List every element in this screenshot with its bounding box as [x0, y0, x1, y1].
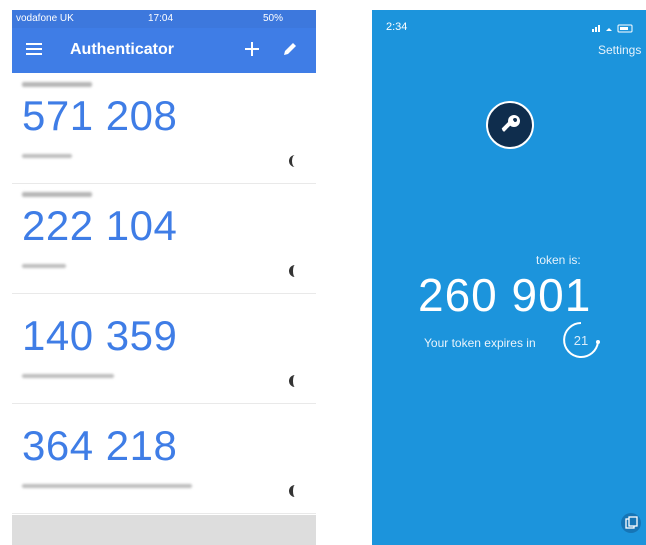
account-name — [22, 374, 114, 378]
countdown-timer-icon — [289, 485, 295, 497]
expiry-countdown: 21 — [561, 320, 601, 360]
account-entry[interactable]: 140 359 — [12, 294, 316, 404]
settings-button[interactable]: Settings — [598, 43, 641, 57]
account-name — [22, 484, 192, 488]
status-bar: vodafone UK 17:04 50% — [12, 10, 316, 28]
account-issuer — [22, 192, 92, 197]
carrier-label: vodafone UK — [16, 13, 74, 24]
token-code: 260 901 — [418, 269, 592, 321]
otp-code: 364 218 — [22, 422, 178, 469]
app-toolbar: Authenticator — [12, 28, 316, 73]
battery-label: 50% — [263, 13, 284, 24]
account-entry[interactable]: 364 218 — [12, 404, 316, 514]
bottom-bar — [12, 515, 316, 545]
otp-code: 571 208 — [22, 92, 178, 139]
countdown-timer-icon — [289, 265, 295, 277]
status-time: 17:04 — [148, 13, 174, 24]
menu-icon[interactable] — [22, 37, 46, 61]
countdown-timer-icon — [289, 375, 295, 387]
account-entry[interactable]: 571 208 — [12, 74, 316, 184]
token-screen: 2:34 Settings token is: 260 901 Your tok… — [372, 10, 646, 545]
account-issuer — [22, 82, 92, 87]
key-icon — [486, 101, 534, 149]
countdown-timer-icon — [289, 155, 295, 167]
authenticator-screen: vodafone UK 17:04 50% Authenticator 571 … — [12, 10, 316, 545]
account-entry[interactable]: 222 104 — [12, 184, 316, 294]
account-name — [22, 264, 66, 268]
edit-icon[interactable] — [278, 37, 302, 61]
token-label: token is: — [536, 253, 581, 267]
status-icons — [592, 24, 633, 33]
otp-code: 140 359 — [22, 312, 178, 359]
copy-icon[interactable] — [620, 512, 642, 534]
account-name — [22, 154, 72, 158]
otp-code: 222 104 — [22, 202, 178, 249]
status-time: 2:34 — [386, 21, 408, 33]
expires-label: Your token expires in — [424, 336, 536, 350]
add-icon[interactable] — [240, 37, 264, 61]
expires-seconds: 21 — [573, 332, 589, 348]
app-title: Authenticator — [70, 41, 174, 58]
